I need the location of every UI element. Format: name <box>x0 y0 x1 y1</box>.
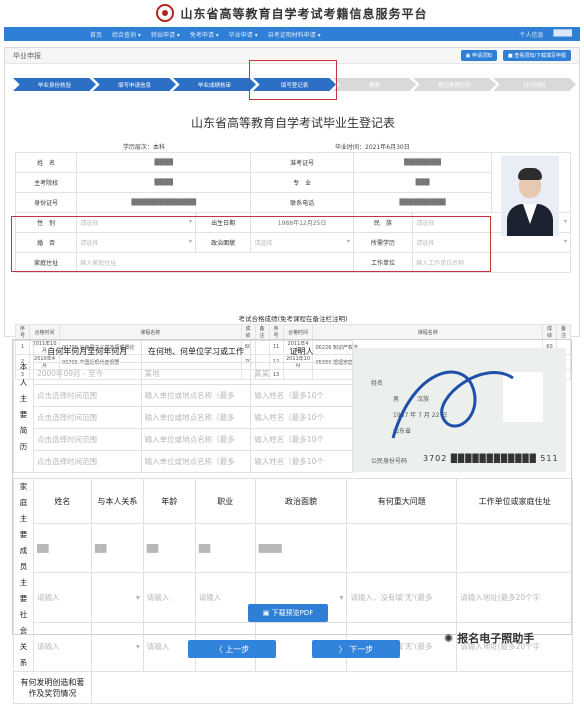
family-issue-input[interactable]: 请输入，没有填'无'(最多 <box>346 572 458 623</box>
resume-time-input[interactable]: 点击选择时间范围 <box>32 406 142 429</box>
resume-time-input[interactable]: 点击选择时间范围 <box>32 384 142 407</box>
label-name: 姓 名 <box>14 152 78 173</box>
family-table: 家庭主要成员主要社会关系 姓名 与本人关系 年龄 职业 政治面貌 有何重大问题 工作单位或家庭… <box>13 477 574 704</box>
family-relation-1[interactable]: ██ <box>90 523 144 574</box>
family-name-input[interactable]: 请输入 <box>32 572 92 623</box>
family-side-label: 家庭主要成员主要社会关系 <box>13 478 34 672</box>
step-1: 毕业身份核验 <box>13 78 96 91</box>
form-panel: 毕业申报 ▣ 申请须知 ■ 查看须知/下载填写申报 毕业身份核验 填写申请信息 毕… <box>4 47 580 380</box>
logo-icon <box>156 4 175 22</box>
family-party-1[interactable]: ████ <box>254 523 348 574</box>
step-5: 缴费 <box>333 78 416 91</box>
nav-user[interactable]: ████ <box>554 30 572 39</box>
resume-time-input[interactable]: 点击选择时间范围 <box>32 450 142 473</box>
value-major: ███ <box>352 172 493 193</box>
resume-col-place: 在何地、何单位学习或工作 <box>140 340 252 363</box>
prev-button[interactable]: 〈 上一步 <box>188 640 276 658</box>
highlight-step <box>249 60 337 100</box>
resume-col-witness: 证明人 <box>250 340 353 363</box>
resume-time-1[interactable]: 2000年09月 - 至今 <box>32 362 142 385</box>
scores-header-row: 序号 合格时间 课程名称 成绩 备注 序号 合格时间 课程名称 成绩 备注 <box>15 324 572 340</box>
download-notice-button[interactable]: ■ 查看须知/下载填写申报 <box>503 50 571 61</box>
edu-level: 学历层次：本科 <box>123 144 166 151</box>
label-phone: 联系电话 <box>250 192 354 213</box>
download-pdf-button[interactable]: ▣ 下载预览PDF <box>248 604 328 622</box>
resume-table: 本人主要简历 自何年何月至何年何月 在何地、何单位学习或工作 证明人 2000年09月… <box>13 340 353 473</box>
scribble-mark <box>391 370 514 439</box>
family-name-input[interactable]: 请输入 <box>32 621 92 673</box>
step-2: 填写申请信息 <box>93 78 176 91</box>
breadcrumb: 毕业申报 <box>13 51 41 60</box>
grad-date: 毕业时间：2021年6月30日 <box>335 144 410 151</box>
resume-witness-input[interactable]: 输入姓名（最多10个 <box>250 384 353 407</box>
resume-place-input[interactable]: 输入单位或地点名称（最多 <box>140 384 252 407</box>
highlight-editable <box>11 216 491 272</box>
resume-place-1[interactable]: 某地 <box>140 362 252 385</box>
nav-exempt[interactable]: 免考申请 ▾ <box>190 30 219 39</box>
resume-time-input[interactable]: 点击选择时间范围 <box>32 428 142 451</box>
resume-witness-input[interactable]: 输入姓名（最多10个 <box>250 406 353 429</box>
top-nav: 首页 综合查询 ▾ 转出申请 ▾ 免考申请 ▾ 毕业申请 ▾ 自考证明材料申请 … <box>4 27 580 41</box>
nav-profile[interactable]: 个人信息 <box>520 30 544 39</box>
resume-side-label: 本人主要简历 <box>13 340 34 473</box>
family-name-1[interactable]: ██ <box>32 523 92 574</box>
family-age-1[interactable]: ██ <box>142 523 196 574</box>
inventions-label: 有何发明创造和著作及奖罚情况 <box>13 671 92 704</box>
notice-button[interactable]: ▣ 申请须知 <box>460 50 497 61</box>
family-address-input[interactable]: 请输入地址(最多20个字 <box>456 572 573 623</box>
id-card-image: 姓名 男 汉族 1987 年 7 月 22 日 山东省 公民身份号码 3702 … <box>353 348 566 472</box>
family-job-1[interactable]: ██ <box>194 523 256 574</box>
site-header: 山东省高等教育自学考试考籍信息服务平台 <box>0 0 584 26</box>
nav-certificate[interactable]: 自考证明材料申请 ▾ <box>268 30 321 39</box>
family-col-relation: 与本人关系 <box>90 477 144 525</box>
label-school: 主考院校 <box>14 172 78 193</box>
inventions-input[interactable] <box>90 671 574 704</box>
label-exam-no: 准考证号 <box>250 152 354 173</box>
nav-transfer[interactable]: 转出申请 ▾ <box>151 30 180 39</box>
scores-title: 考试合格成绩(免考课程在备注栏注明) <box>238 315 348 323</box>
family-job-input[interactable]: 请输入 <box>194 572 256 623</box>
step-6: 登记表预打印 <box>413 78 496 91</box>
form-title: 山东省高等教育自学考试毕业生登记表 <box>190 116 395 130</box>
id-photo <box>501 156 559 236</box>
family-col-age: 年龄 <box>142 477 196 525</box>
value-school: ████ <box>76 172 252 193</box>
family-col-job: 职业 <box>194 477 256 525</box>
family-age-input[interactable]: 请输入 <box>142 572 196 623</box>
label-major: 专 业 <box>250 172 354 193</box>
value-id: ██████████████ <box>76 192 252 213</box>
resume-place-input[interactable]: 输入单位或地点名称（最多 <box>140 406 252 429</box>
resume-place-input[interactable]: 输入单位或地点名称（最多 <box>140 450 252 473</box>
resume-witness-input[interactable]: 输入姓名（最多10个 <box>250 450 353 473</box>
step-7: 打印材料 <box>493 78 576 91</box>
family-col-address: 工作单位或家庭住址 <box>456 477 573 525</box>
next-button[interactable]: 〉 下一步 <box>312 640 400 658</box>
label-id: 身份证号 <box>14 192 78 213</box>
family-relation-select[interactable] <box>90 572 144 623</box>
value-exam-no: ████████ <box>352 152 493 173</box>
value-name: ████ <box>76 152 252 173</box>
family-relation-select[interactable] <box>90 621 144 673</box>
nav-home[interactable]: 首页 <box>90 30 102 39</box>
resume-witness-1[interactable]: 某某 <box>250 362 353 385</box>
family-col-issue: 有何重大问题 <box>346 477 458 525</box>
chat-icon: ✺ <box>444 631 454 645</box>
nav-query[interactable]: 综合查询 ▾ <box>112 30 141 39</box>
watermark: ✺ 报名电子照助手 <box>444 631 535 646</box>
nav-graduation[interactable]: 毕业申请 ▾ <box>229 30 258 39</box>
family-address-1[interactable] <box>456 523 573 574</box>
resume-panel: 本人主要简历 自何年何月至何年何月 在何地、何单位学习或工作 证明人 2000年09月… <box>12 339 574 704</box>
resume-place-input[interactable]: 输入单位或地点名称（最多 <box>140 428 252 451</box>
resume-col-time: 自何年何月至何年何月 <box>32 340 142 363</box>
step-3: 毕业成绩核审 <box>173 78 256 91</box>
value-phone: ██████████ <box>352 192 493 213</box>
resume-witness-input[interactable]: 输入姓名（最多10个 <box>250 428 353 451</box>
family-col-party: 政治面貌 <box>254 477 348 525</box>
family-col-name: 姓名 <box>32 477 92 525</box>
family-issue-1[interactable] <box>346 523 458 574</box>
site-title: 山东省高等教育自学考试考籍信息服务平台 <box>180 6 428 21</box>
